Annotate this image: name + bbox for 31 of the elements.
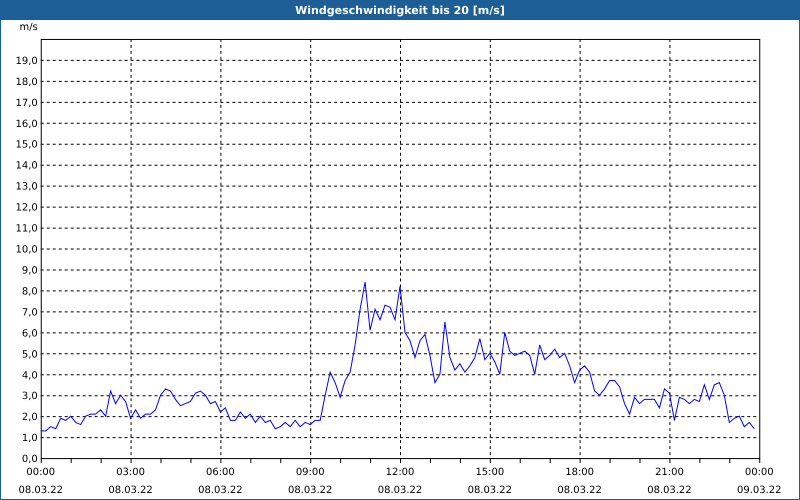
y-axis-label: 9,0 — [22, 265, 38, 276]
y-axis-label: 19,0 — [16, 56, 38, 67]
y-axis-label: 15,0 — [16, 140, 38, 151]
y-axis-label: 2,0 — [22, 412, 38, 424]
y-axis-label: 6,0 — [22, 328, 38, 340]
x-axis-label: 00:00 08.03.22 — [18, 467, 63, 496]
x-axis-label: 03:00 08.03.22 — [108, 467, 153, 496]
y-axis-label: 11,0 — [16, 224, 38, 235]
y-axis-label: 16,0 — [16, 118, 38, 130]
x-axis-label: 12:00 08.03.22 — [378, 467, 422, 496]
x-axis-label: 15:00 08.03.22 — [468, 467, 512, 496]
y-axis-label: 17,0 — [16, 98, 38, 109]
y-axis-label: 7,0 — [22, 307, 38, 318]
y-axis-label: 1,0 — [22, 433, 38, 444]
y-axis-label: 14,0 — [16, 160, 38, 172]
y-axis-label: 10,0 — [16, 244, 38, 256]
x-axis-label: 06:00 08.03.22 — [198, 467, 243, 496]
y-axis-label: 12,0 — [16, 202, 38, 214]
x-axis-label: 21:00 08.03.22 — [647, 467, 692, 496]
y-axis-label: 8,0 — [22, 286, 38, 298]
y-axis-label: 4,0 — [22, 370, 38, 382]
y-axis-unit: m/s — [20, 22, 38, 33]
x-axis-label: 18:00 08.03.22 — [557, 467, 602, 496]
chart-title: Windgeschwindigkeit bis 20 [m/s] — [295, 4, 505, 16]
y-axis-label: 0,0 — [22, 454, 38, 466]
y-axis-label: 3,0 — [22, 391, 38, 402]
y-axis-label: 18,0 — [16, 76, 38, 88]
x-axis-label: 00:00 09.03.22 — [737, 467, 782, 496]
x-axis-label: 09:00 08.03.22 — [288, 467, 332, 496]
y-axis-label: 5,0 — [22, 349, 38, 360]
y-axis-label: 13,0 — [16, 182, 38, 193]
